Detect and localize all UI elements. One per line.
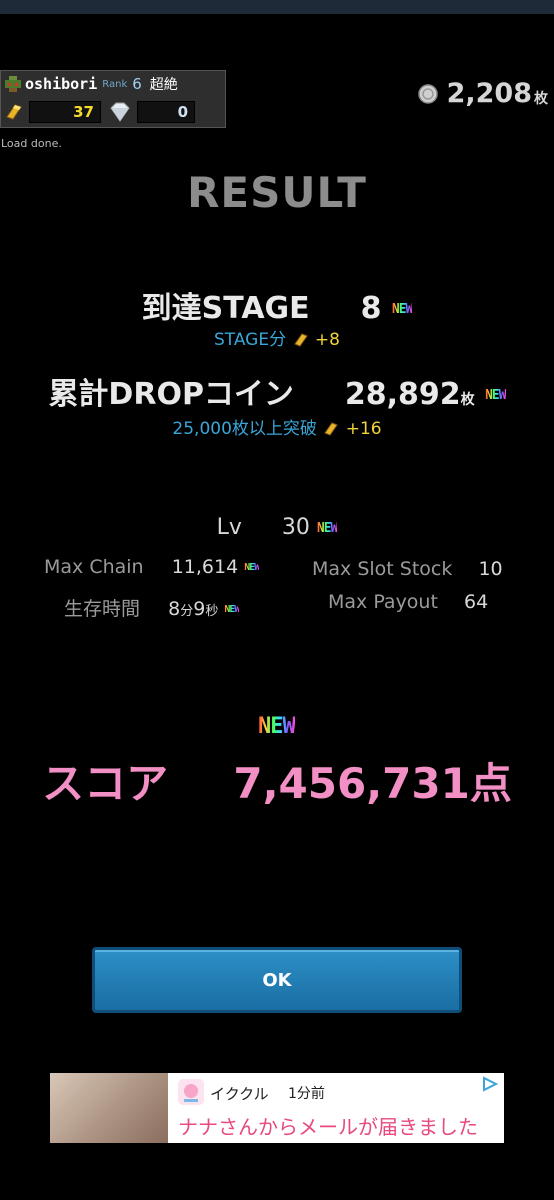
new-badge: NEW — [224, 604, 240, 615]
drop-bonus-value: +16 — [345, 419, 382, 439]
gem-count: 0 — [137, 101, 195, 123]
max-chain-label: Max Chain — [44, 556, 144, 578]
max-payout-row: Max Payout 64 — [328, 591, 488, 613]
score-unit: 点 — [469, 759, 512, 808]
stage-value: 8 — [360, 291, 382, 326]
new-badge: NEW — [485, 388, 507, 403]
rank-title: 超絶 — [149, 77, 178, 93]
max-payout-label: Max Payout — [328, 591, 438, 613]
max-payout-value: 64 — [464, 591, 489, 613]
coin-counter: 2,208 枚 — [417, 78, 548, 109]
score-value: 7,456,731 — [233, 759, 470, 808]
drop-value: 28,892 — [344, 377, 461, 412]
result-title: RESULT — [187, 168, 367, 217]
app-icon — [178, 1079, 204, 1105]
level-label: Lv — [216, 515, 242, 540]
ad-image — [50, 1073, 168, 1143]
coin-stack-icon — [417, 83, 438, 104]
max-chain-value: 11,614 — [171, 556, 239, 578]
load-message: Load done. — [1, 137, 62, 150]
ad-choices-icon[interactable] — [478, 1075, 500, 1093]
status-bar — [0, 0, 554, 14]
stage-row: 到達STAGE 8 NEW — [0, 283, 554, 327]
survival-label: 生存時間 — [64, 598, 141, 620]
rank-label: Rank — [102, 78, 128, 90]
survival-sec-unit: 秒 — [205, 604, 219, 619]
new-badge: NEW — [258, 714, 296, 739]
gold-count: 37 — [29, 101, 101, 123]
gold-bar-icon — [6, 104, 22, 120]
rank-value: 6 — [132, 75, 142, 93]
survival-min-unit: 分 — [180, 604, 194, 619]
new-badge: NEW — [391, 302, 414, 317]
max-chain-row: Max Chain 11,614 NEW — [44, 556, 260, 578]
coin-unit: 枚 — [534, 90, 548, 107]
max-slot-value: 10 — [478, 558, 503, 580]
ad-app-name: イククル — [210, 1085, 269, 1103]
drop-bonus-label: 25,000枚以上突破 — [172, 419, 317, 439]
score-label: スコア — [42, 759, 169, 808]
new-badge: NEW — [316, 520, 339, 536]
player-name: oshibori — [25, 75, 98, 93]
drop-unit: 枚 — [460, 392, 475, 408]
avatar-icon — [5, 76, 21, 92]
gold-bar-icon — [324, 422, 339, 436]
drop-label: 累計DROPコイン — [48, 377, 294, 412]
ad-banner[interactable]: イククル 1分前 ナナさんからメールが届きました — [50, 1073, 504, 1143]
max-slot-stock-row: Max Slot Stock 10 — [312, 558, 503, 580]
diamond-icon — [110, 102, 130, 122]
drop-row: 累計DROPコイン 28,892枚 NEW — [0, 369, 554, 413]
gold-bar-icon — [293, 333, 308, 347]
stage-bonus-row: STAGE分 +8 — [0, 325, 554, 350]
max-slot-label: Max Slot Stock — [312, 558, 453, 580]
coin-value: 2,208 — [446, 78, 532, 109]
drop-bonus-row: 25,000枚以上突破 +16 — [0, 414, 554, 439]
stage-label: 到達STAGE — [141, 291, 310, 326]
level-row: Lv 30 NEW — [0, 515, 554, 540]
ad-message: ナナさんからメールが届きました — [178, 1115, 478, 1139]
survival-time-row: 生存時間 8分9秒 NEW — [64, 594, 240, 621]
score-row: スコア 7,456,731点 — [0, 750, 554, 811]
ok-button[interactable]: OK — [92, 947, 462, 1013]
ok-button-label: OK — [262, 969, 292, 991]
survival-min: 8 — [168, 598, 181, 620]
stage-bonus-value: +8 — [314, 330, 340, 350]
ad-time: 1分前 — [288, 1086, 325, 1102]
stage-bonus-label: STAGE分 — [214, 330, 287, 350]
survival-sec: 9 — [193, 598, 206, 620]
player-panel[interactable]: oshibori Rank 6 超絶 37 0 — [0, 70, 226, 128]
new-badge: NEW — [244, 562, 260, 573]
level-value: 30 — [281, 515, 310, 540]
